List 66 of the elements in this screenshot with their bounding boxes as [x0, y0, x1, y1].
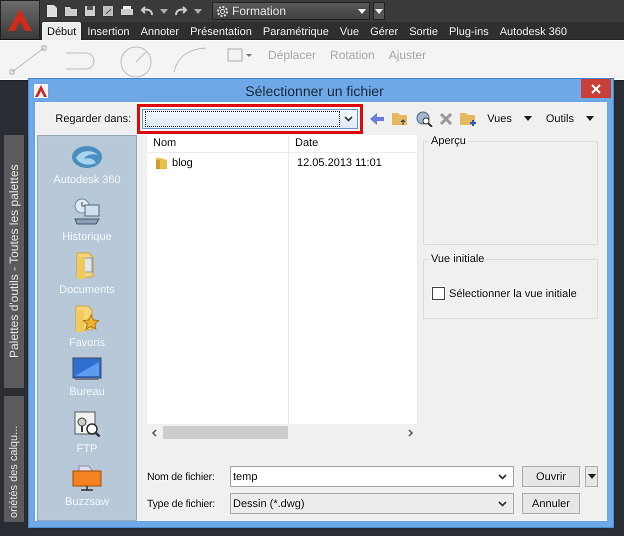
folder-magnifier-icon — [72, 409, 102, 439]
cloud-swirl-icon — [71, 144, 103, 170]
palette-tab[interactable]: oriétés des calqu... — [4, 396, 24, 522]
gear-icon — [216, 4, 229, 18]
ribbon-tab[interactable]: Annoter — [136, 22, 184, 40]
group-title: Vue initiale — [429, 253, 486, 265]
new-folder-icon[interactable] — [459, 110, 478, 126]
chevron-icon — [498, 500, 507, 506]
save-icon[interactable] — [84, 5, 96, 17]
back-arrow-icon[interactable] — [369, 112, 386, 126]
caret-icon — [375, 8, 383, 14]
file-name-label: Nom de fichier: — [147, 470, 216, 482]
ribbon-tab[interactable]: Paramétrique — [258, 22, 334, 40]
workspace-dropdown[interactable]: Formation — [212, 2, 370, 20]
file-row[interactable]: blog — [147, 153, 288, 173]
computer-icon — [72, 197, 102, 227]
column-header[interactable]: Date — [289, 135, 417, 153]
app-logo[interactable] — [0, 0, 40, 40]
ribbon-tab[interactable]: Autodesk 360 — [494, 22, 572, 40]
monitor-icon — [70, 356, 103, 382]
save-as-icon[interactable] — [102, 5, 114, 17]
ribbon-tab[interactable]: Insertion — [82, 22, 135, 40]
open-options-button[interactable] — [585, 466, 598, 487]
checkbox-square[interactable] — [432, 287, 445, 300]
chevron-icon — [344, 116, 354, 122]
toolbar-menu-button[interactable] — [373, 2, 385, 20]
app-icon — [34, 84, 48, 98]
file-type-label: Type de fichier: — [147, 498, 216, 510]
chevron-icon — [498, 474, 507, 480]
file-name-field[interactable]: temp — [230, 466, 514, 487]
caret-icon — [194, 8, 202, 14]
file-type-dropdown[interactable]: Dessin (*.dwg) — [230, 493, 514, 514]
caret-icon — [588, 474, 596, 479]
dialog-title: Sélectionner un fichier — [244, 82, 385, 98]
caret-icon — [586, 116, 594, 121]
star-folder-icon — [73, 303, 101, 333]
caret-icon — [524, 116, 532, 121]
initial-view-checkbox[interactable]: Sélectionner la vue initiale — [432, 287, 577, 300]
cancel-button[interactable]: Annuler — [522, 493, 580, 514]
redo-icon[interactable] — [174, 5, 188, 17]
caret-icon — [358, 8, 366, 14]
undo-icon[interactable] — [140, 5, 154, 17]
table-cell-text: 12.05.2013 11:01 — [296, 156, 383, 171]
print-icon[interactable] — [120, 5, 134, 17]
toolbar-menu[interactable]: Vues — [483, 112, 536, 124]
globe-search-icon[interactable] — [415, 110, 434, 126]
column-header[interactable]: Nom — [147, 135, 288, 153]
toolbar-menu[interactable]: Outils — [542, 112, 598, 124]
caret-icon — [160, 8, 168, 14]
open-button[interactable]: Ouvrir — [522, 466, 580, 487]
open-folder-icon[interactable] — [64, 5, 78, 17]
folder-up-icon[interactable] — [391, 110, 410, 126]
ribbon-tab[interactable]: Plug-ins — [444, 22, 494, 40]
ribbon-tab[interactable]: Sortie — [404, 22, 443, 40]
palette-tab[interactable]: Palettes d'outils - Toutes les palettes — [4, 135, 24, 388]
folder-icon — [155, 156, 167, 170]
folder-combo[interactable] — [142, 108, 358, 128]
ribbon-tab[interactable]: Présentation — [185, 22, 257, 40]
close-button[interactable] — [581, 79, 611, 98]
ribbon-tab[interactable]: Début — [42, 22, 82, 40]
ribbon-tab[interactable]: Gérer — [365, 22, 404, 40]
close-icon — [591, 84, 601, 94]
preview-title: Aperçu — [429, 135, 468, 147]
ribbon-tab[interactable]: Vue — [334, 22, 364, 40]
look-in-label: Regarder dans: — [54, 112, 132, 124]
new-file-icon[interactable] — [46, 4, 58, 18]
